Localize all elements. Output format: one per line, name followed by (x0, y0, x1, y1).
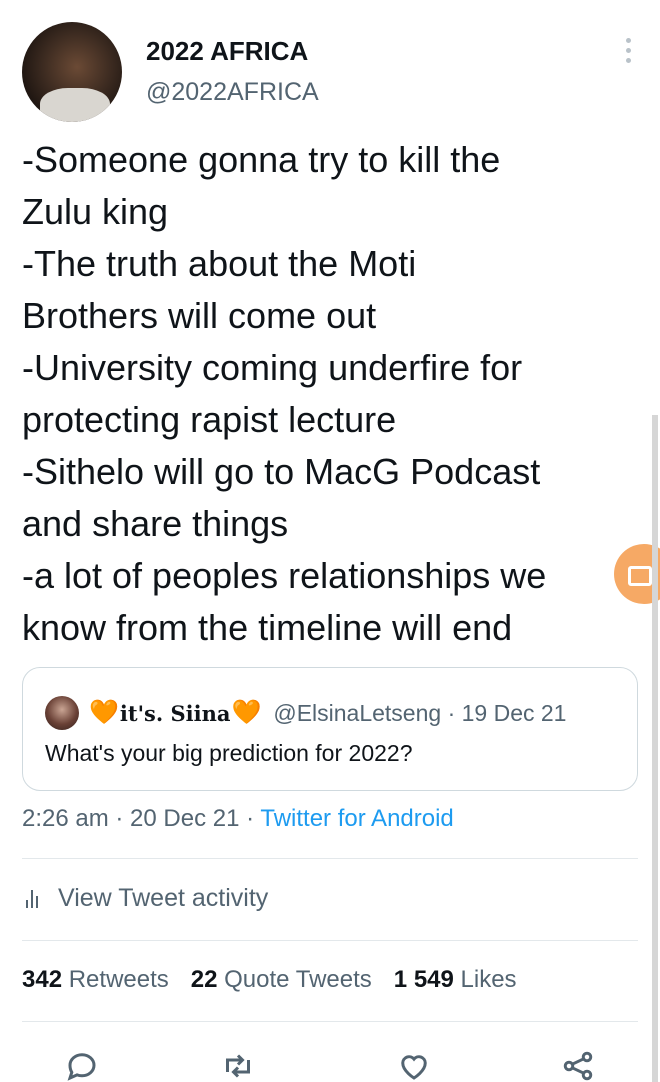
orange-heart-icon: 🧡 (89, 699, 119, 726)
quoted-author-avatar (45, 696, 79, 730)
divider (22, 940, 638, 941)
quoted-author-name: it's. Siina (119, 700, 231, 726)
scrollbar[interactable] (652, 415, 658, 1082)
reply-icon[interactable] (64, 1048, 104, 1082)
likes-count: 1 549 (393, 966, 454, 993)
quoted-author-handle-date: @ElsinaLetseng · 19 Dec 21 (273, 699, 567, 726)
more-vertical-icon[interactable] (622, 38, 634, 66)
tweet-line: -Someone gonna try to kill the (22, 139, 501, 180)
tweet-line: -a lot of peoples relationships we (22, 555, 547, 596)
quoted-tweet-text: What's your big prediction for 2022? (45, 740, 413, 766)
quote-tweets-label: Quote Tweets (224, 966, 372, 993)
tweet-line: know from the timeline will end (22, 607, 513, 648)
tweet-line: -University coming underfire for (22, 347, 523, 388)
divider (22, 1021, 638, 1022)
author-display-name[interactable]: 2022 AFRICA (146, 36, 308, 67)
tweet-line: -Sithelo will go to MacG Podcast (22, 451, 541, 492)
tweet-header: 2022 AFRICA @2022AFRICA (22, 22, 638, 122)
tweet-line: Zulu king (22, 191, 169, 232)
quoted-tweet-header: 🧡 it's. Siina 🧡 @ElsinaLetseng · 19 Dec … (89, 696, 566, 730)
author-handle[interactable]: @2022AFRICA (146, 78, 319, 107)
author-avatar[interactable] (22, 22, 122, 122)
tweet-action-bar (0, 1040, 660, 1082)
tweet-line: Brothers will come out (22, 295, 377, 336)
tweet-source-link[interactable]: Twitter for Android (260, 805, 453, 832)
retweets-count: 342 (22, 966, 63, 993)
quote-tweets-count: 22 (190, 966, 218, 993)
retweets-stat[interactable]: 342 Retweets (22, 966, 169, 994)
quote-tweets-stat[interactable]: 22 Quote Tweets (191, 966, 372, 994)
likes-label: Likes (460, 966, 517, 993)
tweet-stats: 342 Retweets 22 Quote Tweets 1 549 Likes (22, 966, 539, 994)
retweets-label: Retweets (68, 966, 169, 993)
orange-heart-icon: 🧡 (231, 699, 262, 726)
view-tweet-activity-label: View Tweet activity (58, 884, 269, 912)
bar-chart-icon (26, 889, 44, 908)
likes-stat[interactable]: 1 549 Likes (394, 966, 517, 994)
tweet-meta: 2:26 am · 20 Dec 21 · Twitter for Androi… (22, 805, 454, 833)
tweet-line: -The truth about the Moti (22, 243, 417, 284)
divider (22, 858, 638, 859)
share-icon[interactable] (560, 1048, 600, 1082)
heart-icon[interactable] (396, 1048, 436, 1082)
tweet-line: and share things (22, 503, 289, 544)
view-tweet-activity-button[interactable]: View Tweet activity (22, 884, 268, 913)
tweet-line: protecting rapist lecture (22, 399, 397, 440)
tweet-timestamp[interactable]: 2:26 am · 20 Dec 21 · (22, 805, 260, 832)
quoted-tweet-card[interactable]: 🧡 it's. Siina 🧡 @ElsinaLetseng · 19 Dec … (22, 667, 638, 791)
tweet-text: -Someone gonna try to kill the Zulu king… (22, 134, 642, 654)
retweet-icon[interactable] (220, 1048, 260, 1082)
